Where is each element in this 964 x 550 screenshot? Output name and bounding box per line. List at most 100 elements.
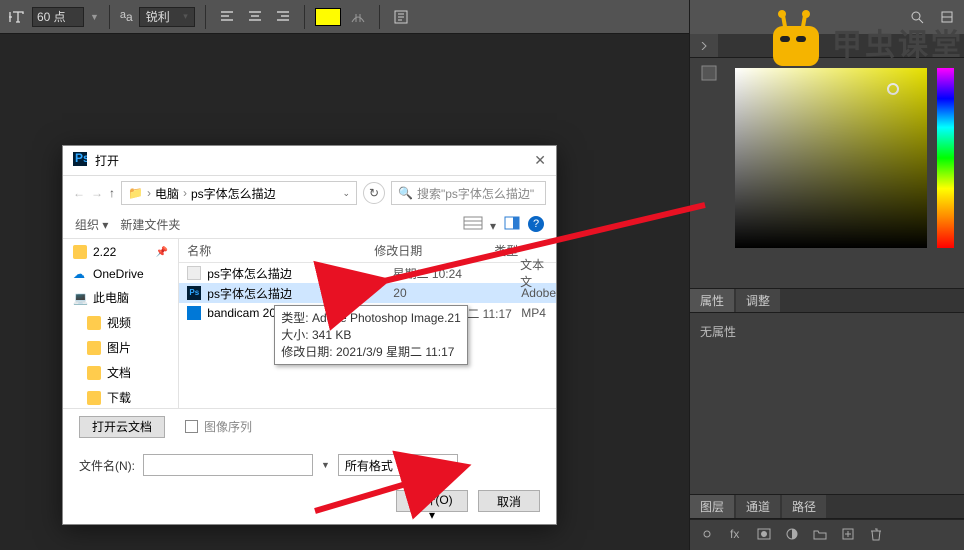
align-left-button[interactable] xyxy=(216,6,238,28)
dropdown-icon[interactable]: ▼ xyxy=(90,12,99,22)
tab-paths[interactable]: 路径 xyxy=(782,495,826,518)
nav-label: 下载 xyxy=(107,389,131,406)
tab-channels[interactable]: 通道 xyxy=(736,495,780,518)
new-folder-button[interactable]: 新建文件夹 xyxy=(120,216,180,233)
file-icon xyxy=(187,266,201,280)
color-field[interactable] xyxy=(735,68,927,248)
tab-layers[interactable]: 图层 xyxy=(690,495,734,518)
file-type: Adobe xyxy=(521,286,556,300)
dialog-title: 打开 xyxy=(95,152,119,169)
eyedropper-icon[interactable] xyxy=(700,64,720,84)
fx-icon[interactable]: fx xyxy=(728,526,746,544)
nav-label: 文档 xyxy=(107,364,131,381)
search-input[interactable]: 🔍 搜索"ps字体怎么描边" xyxy=(391,181,546,205)
organize-button[interactable]: 组织 ▾ xyxy=(75,216,108,233)
text-tool-icon[interactable] xyxy=(6,7,26,27)
align-right-button[interactable] xyxy=(272,6,294,28)
properties-panel: 属性 调整 无属性 xyxy=(690,288,964,480)
color-cursor xyxy=(887,83,899,95)
column-headers[interactable]: 名称 修改日期 类型 xyxy=(179,239,556,263)
nav-label: 视频 xyxy=(107,314,131,331)
file-row[interactable]: Ps ps字体怎么描边 20 Adobe xyxy=(179,283,556,303)
file-tooltip: 类型: Adobe Photoshop Image.21 大小: 341 KB … xyxy=(274,305,467,365)
svg-text:fx: fx xyxy=(730,527,739,541)
text-color-swatch[interactable] xyxy=(315,8,341,26)
workspace-icon[interactable] xyxy=(936,6,958,28)
adjustment-icon[interactable] xyxy=(784,526,802,544)
path-seg[interactable]: 电脑 xyxy=(155,185,179,202)
column-name[interactable]: 名称 xyxy=(179,242,374,259)
open-button[interactable]: 打开(O) ▾ xyxy=(396,490,468,512)
panel-tab-nav[interactable] xyxy=(690,34,718,57)
trash-icon[interactable] xyxy=(868,526,886,544)
file-date: 20 xyxy=(393,286,515,300)
properties-body: 无属性 xyxy=(690,313,964,350)
nav-item[interactable]: 文档 xyxy=(63,360,178,385)
warp-text-button[interactable] xyxy=(347,6,369,28)
up-button[interactable]: ↑ xyxy=(109,186,115,200)
file-icon: Ps xyxy=(187,286,201,300)
close-icon[interactable]: ✕ xyxy=(534,152,546,169)
svg-text:Ps: Ps xyxy=(75,152,87,165)
folder-icon xyxy=(73,245,87,259)
open-cloud-button[interactable]: 打开云文档 xyxy=(79,416,165,438)
filename-label: 文件名(N): xyxy=(79,457,135,474)
file-name: ps字体怎么描边 xyxy=(207,265,386,282)
tab-properties[interactable]: 属性 xyxy=(690,289,734,312)
refresh-button[interactable]: ↻ xyxy=(363,182,385,204)
nav-item[interactable]: ☁ OneDrive xyxy=(63,263,178,285)
nav-pane: 2.22📌☁OneDrive💻此电脑视频图片文档下载音乐 xyxy=(63,239,179,408)
column-modified[interactable]: 修改日期 xyxy=(374,242,494,259)
help-icon[interactable]: ? xyxy=(528,216,544,232)
forward-button[interactable]: → xyxy=(91,186,103,200)
view-button[interactable]: ▾ xyxy=(463,216,496,233)
nav-item[interactable]: 图片 xyxy=(63,335,178,360)
back-button[interactable]: ← xyxy=(73,186,85,200)
file-list-pane: 名称 修改日期 类型 ps字体怎么描边星期二 10:24文本文Psps字体怎么描… xyxy=(179,239,556,408)
align-center-button[interactable] xyxy=(244,6,266,28)
folder-icon[interactable] xyxy=(812,526,830,544)
nav-item[interactable]: 💻此电脑 xyxy=(63,285,178,310)
file-type: 文本文 xyxy=(520,256,556,290)
hue-slider[interactable] xyxy=(937,68,954,248)
breadcrumb[interactable]: 📁 › 电脑 › ps字体怎么描边 ⌄ xyxy=(121,181,357,205)
pc-icon: 💻 xyxy=(73,291,87,305)
nav-item[interactable]: 下载 xyxy=(63,385,178,408)
character-panel-button[interactable] xyxy=(390,6,412,28)
nav-item[interactable]: 2.22📌 xyxy=(63,241,178,263)
path-seg[interactable]: ps字体怎么描边 xyxy=(191,185,276,202)
tab-adjustments[interactable]: 调整 xyxy=(736,289,780,312)
folder-icon: 📁 xyxy=(128,186,143,200)
new-layer-icon[interactable] xyxy=(840,526,858,544)
file-type-dropdown[interactable]: 所有格式 xyxy=(338,454,458,476)
anti-alias-label: aa xyxy=(120,9,133,24)
file-date: 星期二 10:24 xyxy=(393,265,515,282)
folder-icon xyxy=(87,341,101,355)
nav-label: 2.22 xyxy=(93,245,116,259)
layers-panel: 图层 通道 路径 fx xyxy=(690,494,964,550)
nav-item[interactable]: 视频 xyxy=(63,310,178,335)
nav-label: OneDrive xyxy=(93,267,144,281)
cancel-button[interactable]: 取消 xyxy=(478,490,540,512)
file-row[interactable]: ps字体怎么描边星期二 10:24文本文 xyxy=(179,263,556,283)
search-icon[interactable] xyxy=(906,6,928,28)
preview-pane-button[interactable] xyxy=(504,216,520,233)
folder-icon xyxy=(87,366,101,380)
folder-icon xyxy=(87,391,101,405)
font-size-input[interactable] xyxy=(32,7,84,27)
nav-label: 图片 xyxy=(107,339,131,356)
layers-bottom-icons: fx xyxy=(690,519,964,550)
right-panels: 属性 调整 无属性 图层 通道 路径 fx xyxy=(689,0,964,550)
file-open-dialog: Ps 打开 ✕ ← → ↑ 📁 › 电脑 › ps字体怎么描边 ⌄ ↻ 🔍 搜索… xyxy=(62,145,557,525)
anti-alias-dropdown[interactable]: 锐利 xyxy=(139,7,195,27)
file-name: ps字体怎么描边 xyxy=(207,285,387,302)
chevron-down-icon[interactable]: ⌄ xyxy=(342,188,350,199)
mask-icon[interactable] xyxy=(756,526,774,544)
filename-input[interactable] xyxy=(143,454,313,476)
cloud-icon: ☁ xyxy=(73,267,87,281)
image-sequence-checkbox[interactable]: 图像序列 xyxy=(185,418,252,435)
link-icon[interactable] xyxy=(700,526,718,544)
color-picker-panel xyxy=(690,58,964,288)
app-icon: Ps xyxy=(73,152,87,169)
color-panel-tabs xyxy=(690,34,964,58)
